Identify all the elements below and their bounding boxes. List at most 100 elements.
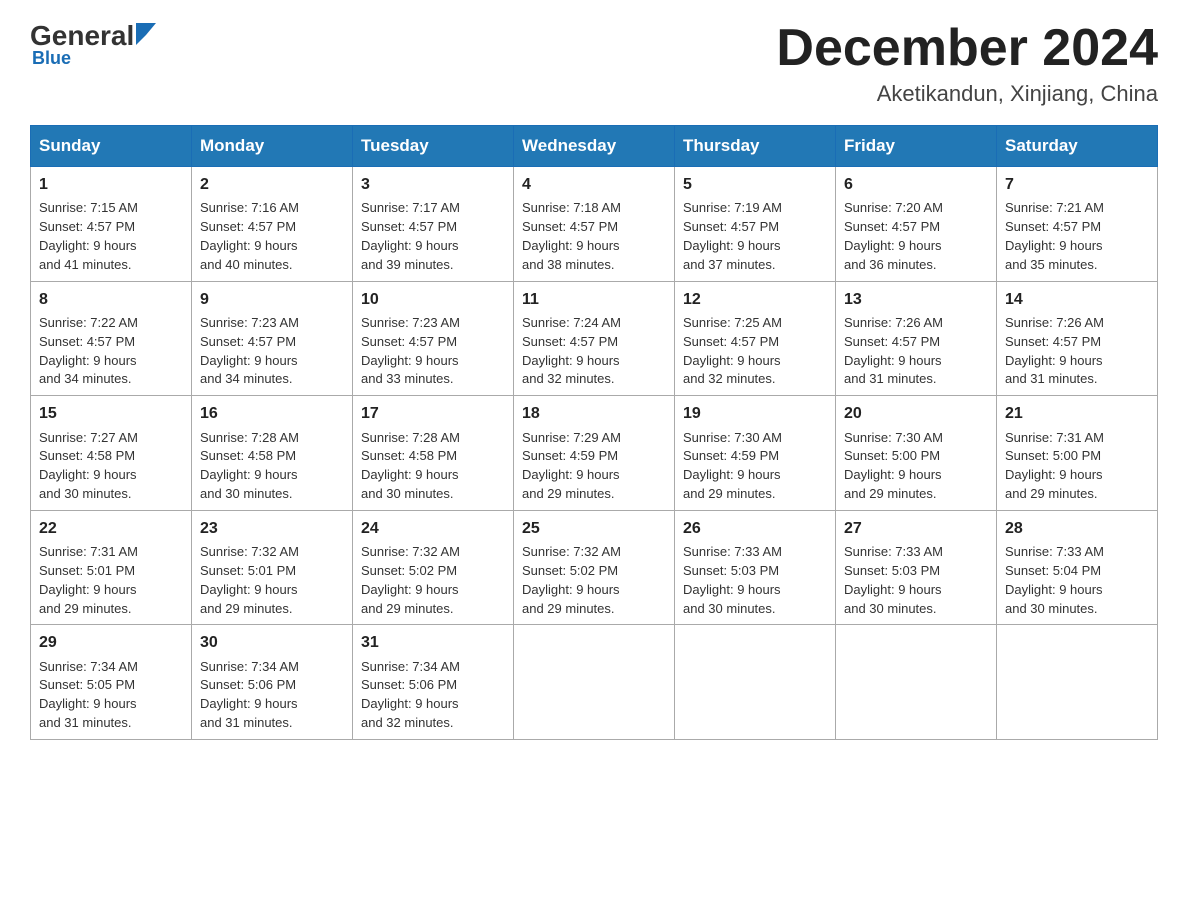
day-info: Sunrise: 7:24 AMSunset: 4:57 PMDaylight:… xyxy=(522,315,621,387)
day-info: Sunrise: 7:31 AMSunset: 5:01 PMDaylight:… xyxy=(39,544,138,616)
day-number: 13 xyxy=(844,288,988,311)
calendar-cell: 15 Sunrise: 7:27 AMSunset: 4:58 PMDaylig… xyxy=(31,396,192,511)
day-info: Sunrise: 7:23 AMSunset: 4:57 PMDaylight:… xyxy=(361,315,460,387)
logo: General Blue xyxy=(30,20,156,69)
day-number: 17 xyxy=(361,402,505,425)
calendar-week-1: 1 Sunrise: 7:15 AMSunset: 4:57 PMDayligh… xyxy=(31,167,1158,282)
day-info: Sunrise: 7:22 AMSunset: 4:57 PMDaylight:… xyxy=(39,315,138,387)
day-info: Sunrise: 7:27 AMSunset: 4:58 PMDaylight:… xyxy=(39,430,138,502)
day-number: 4 xyxy=(522,173,666,196)
day-header-wednesday: Wednesday xyxy=(514,126,675,167)
calendar-header-row: SundayMondayTuesdayWednesdayThursdayFrid… xyxy=(31,126,1158,167)
calendar-week-4: 22 Sunrise: 7:31 AMSunset: 5:01 PMDaylig… xyxy=(31,510,1158,625)
month-title: December 2024 xyxy=(776,20,1158,77)
day-number: 22 xyxy=(39,517,183,540)
day-number: 14 xyxy=(1005,288,1149,311)
day-info: Sunrise: 7:33 AMSunset: 5:03 PMDaylight:… xyxy=(683,544,782,616)
day-info: Sunrise: 7:26 AMSunset: 4:57 PMDaylight:… xyxy=(844,315,943,387)
day-info: Sunrise: 7:34 AMSunset: 5:06 PMDaylight:… xyxy=(361,659,460,731)
calendar-cell: 26 Sunrise: 7:33 AMSunset: 5:03 PMDaylig… xyxy=(675,510,836,625)
calendar-cell: 10 Sunrise: 7:23 AMSunset: 4:57 PMDaylig… xyxy=(353,281,514,396)
calendar-table: SundayMondayTuesdayWednesdayThursdayFrid… xyxy=(30,125,1158,740)
day-info: Sunrise: 7:17 AMSunset: 4:57 PMDaylight:… xyxy=(361,200,460,272)
calendar-cell: 29 Sunrise: 7:34 AMSunset: 5:05 PMDaylig… xyxy=(31,625,192,740)
day-number: 29 xyxy=(39,631,183,654)
day-number: 15 xyxy=(39,402,183,425)
day-number: 23 xyxy=(200,517,344,540)
day-info: Sunrise: 7:21 AMSunset: 4:57 PMDaylight:… xyxy=(1005,200,1104,272)
day-number: 20 xyxy=(844,402,988,425)
day-number: 18 xyxy=(522,402,666,425)
day-number: 1 xyxy=(39,173,183,196)
calendar-cell: 8 Sunrise: 7:22 AMSunset: 4:57 PMDayligh… xyxy=(31,281,192,396)
day-info: Sunrise: 7:32 AMSunset: 5:02 PMDaylight:… xyxy=(522,544,621,616)
calendar-cell: 30 Sunrise: 7:34 AMSunset: 5:06 PMDaylig… xyxy=(192,625,353,740)
day-number: 3 xyxy=(361,173,505,196)
calendar-cell: 20 Sunrise: 7:30 AMSunset: 5:00 PMDaylig… xyxy=(836,396,997,511)
day-number: 6 xyxy=(844,173,988,196)
calendar-cell: 19 Sunrise: 7:30 AMSunset: 4:59 PMDaylig… xyxy=(675,396,836,511)
day-info: Sunrise: 7:25 AMSunset: 4:57 PMDaylight:… xyxy=(683,315,782,387)
day-info: Sunrise: 7:32 AMSunset: 5:01 PMDaylight:… xyxy=(200,544,299,616)
day-info: Sunrise: 7:34 AMSunset: 5:05 PMDaylight:… xyxy=(39,659,138,731)
day-number: 10 xyxy=(361,288,505,311)
calendar-cell: 1 Sunrise: 7:15 AMSunset: 4:57 PMDayligh… xyxy=(31,167,192,282)
calendar-cell xyxy=(997,625,1158,740)
day-number: 12 xyxy=(683,288,827,311)
calendar-week-2: 8 Sunrise: 7:22 AMSunset: 4:57 PMDayligh… xyxy=(31,281,1158,396)
day-info: Sunrise: 7:28 AMSunset: 4:58 PMDaylight:… xyxy=(361,430,460,502)
day-number: 11 xyxy=(522,288,666,311)
calendar-cell: 14 Sunrise: 7:26 AMSunset: 4:57 PMDaylig… xyxy=(997,281,1158,396)
day-info: Sunrise: 7:32 AMSunset: 5:02 PMDaylight:… xyxy=(361,544,460,616)
day-number: 5 xyxy=(683,173,827,196)
day-number: 21 xyxy=(1005,402,1149,425)
day-number: 28 xyxy=(1005,517,1149,540)
calendar-cell: 25 Sunrise: 7:32 AMSunset: 5:02 PMDaylig… xyxy=(514,510,675,625)
location-title: Aketikandun, Xinjiang, China xyxy=(776,81,1158,107)
calendar-cell: 2 Sunrise: 7:16 AMSunset: 4:57 PMDayligh… xyxy=(192,167,353,282)
calendar-cell xyxy=(836,625,997,740)
day-header-monday: Monday xyxy=(192,126,353,167)
day-number: 31 xyxy=(361,631,505,654)
day-info: Sunrise: 7:33 AMSunset: 5:04 PMDaylight:… xyxy=(1005,544,1104,616)
day-number: 27 xyxy=(844,517,988,540)
day-number: 2 xyxy=(200,173,344,196)
day-number: 7 xyxy=(1005,173,1149,196)
calendar-cell: 6 Sunrise: 7:20 AMSunset: 4:57 PMDayligh… xyxy=(836,167,997,282)
calendar-cell xyxy=(675,625,836,740)
calendar-cell xyxy=(514,625,675,740)
title-section: December 2024 Aketikandun, Xinjiang, Chi… xyxy=(776,20,1158,107)
calendar-cell: 4 Sunrise: 7:18 AMSunset: 4:57 PMDayligh… xyxy=(514,167,675,282)
day-info: Sunrise: 7:31 AMSunset: 5:00 PMDaylight:… xyxy=(1005,430,1104,502)
day-info: Sunrise: 7:30 AMSunset: 4:59 PMDaylight:… xyxy=(683,430,782,502)
day-number: 24 xyxy=(361,517,505,540)
calendar-cell: 12 Sunrise: 7:25 AMSunset: 4:57 PMDaylig… xyxy=(675,281,836,396)
day-number: 25 xyxy=(522,517,666,540)
calendar-cell: 22 Sunrise: 7:31 AMSunset: 5:01 PMDaylig… xyxy=(31,510,192,625)
calendar-cell: 18 Sunrise: 7:29 AMSunset: 4:59 PMDaylig… xyxy=(514,396,675,511)
day-number: 8 xyxy=(39,288,183,311)
calendar-week-3: 15 Sunrise: 7:27 AMSunset: 4:58 PMDaylig… xyxy=(31,396,1158,511)
page-header: General Blue December 2024 Aketikandun, … xyxy=(30,20,1158,107)
calendar-cell: 7 Sunrise: 7:21 AMSunset: 4:57 PMDayligh… xyxy=(997,167,1158,282)
calendar-cell: 23 Sunrise: 7:32 AMSunset: 5:01 PMDaylig… xyxy=(192,510,353,625)
day-info: Sunrise: 7:20 AMSunset: 4:57 PMDaylight:… xyxy=(844,200,943,272)
calendar-cell: 17 Sunrise: 7:28 AMSunset: 4:58 PMDaylig… xyxy=(353,396,514,511)
calendar-cell: 5 Sunrise: 7:19 AMSunset: 4:57 PMDayligh… xyxy=(675,167,836,282)
calendar-cell: 13 Sunrise: 7:26 AMSunset: 4:57 PMDaylig… xyxy=(836,281,997,396)
calendar-cell: 21 Sunrise: 7:31 AMSunset: 5:00 PMDaylig… xyxy=(997,396,1158,511)
day-info: Sunrise: 7:23 AMSunset: 4:57 PMDaylight:… xyxy=(200,315,299,387)
day-number: 26 xyxy=(683,517,827,540)
day-info: Sunrise: 7:34 AMSunset: 5:06 PMDaylight:… xyxy=(200,659,299,731)
day-info: Sunrise: 7:29 AMSunset: 4:59 PMDaylight:… xyxy=(522,430,621,502)
calendar-cell: 9 Sunrise: 7:23 AMSunset: 4:57 PMDayligh… xyxy=(192,281,353,396)
day-info: Sunrise: 7:26 AMSunset: 4:57 PMDaylight:… xyxy=(1005,315,1104,387)
day-number: 19 xyxy=(683,402,827,425)
day-info: Sunrise: 7:16 AMSunset: 4:57 PMDaylight:… xyxy=(200,200,299,272)
day-number: 9 xyxy=(200,288,344,311)
day-header-sunday: Sunday xyxy=(31,126,192,167)
calendar-cell: 31 Sunrise: 7:34 AMSunset: 5:06 PMDaylig… xyxy=(353,625,514,740)
calendar-cell: 27 Sunrise: 7:33 AMSunset: 5:03 PMDaylig… xyxy=(836,510,997,625)
day-info: Sunrise: 7:19 AMSunset: 4:57 PMDaylight:… xyxy=(683,200,782,272)
day-number: 16 xyxy=(200,402,344,425)
